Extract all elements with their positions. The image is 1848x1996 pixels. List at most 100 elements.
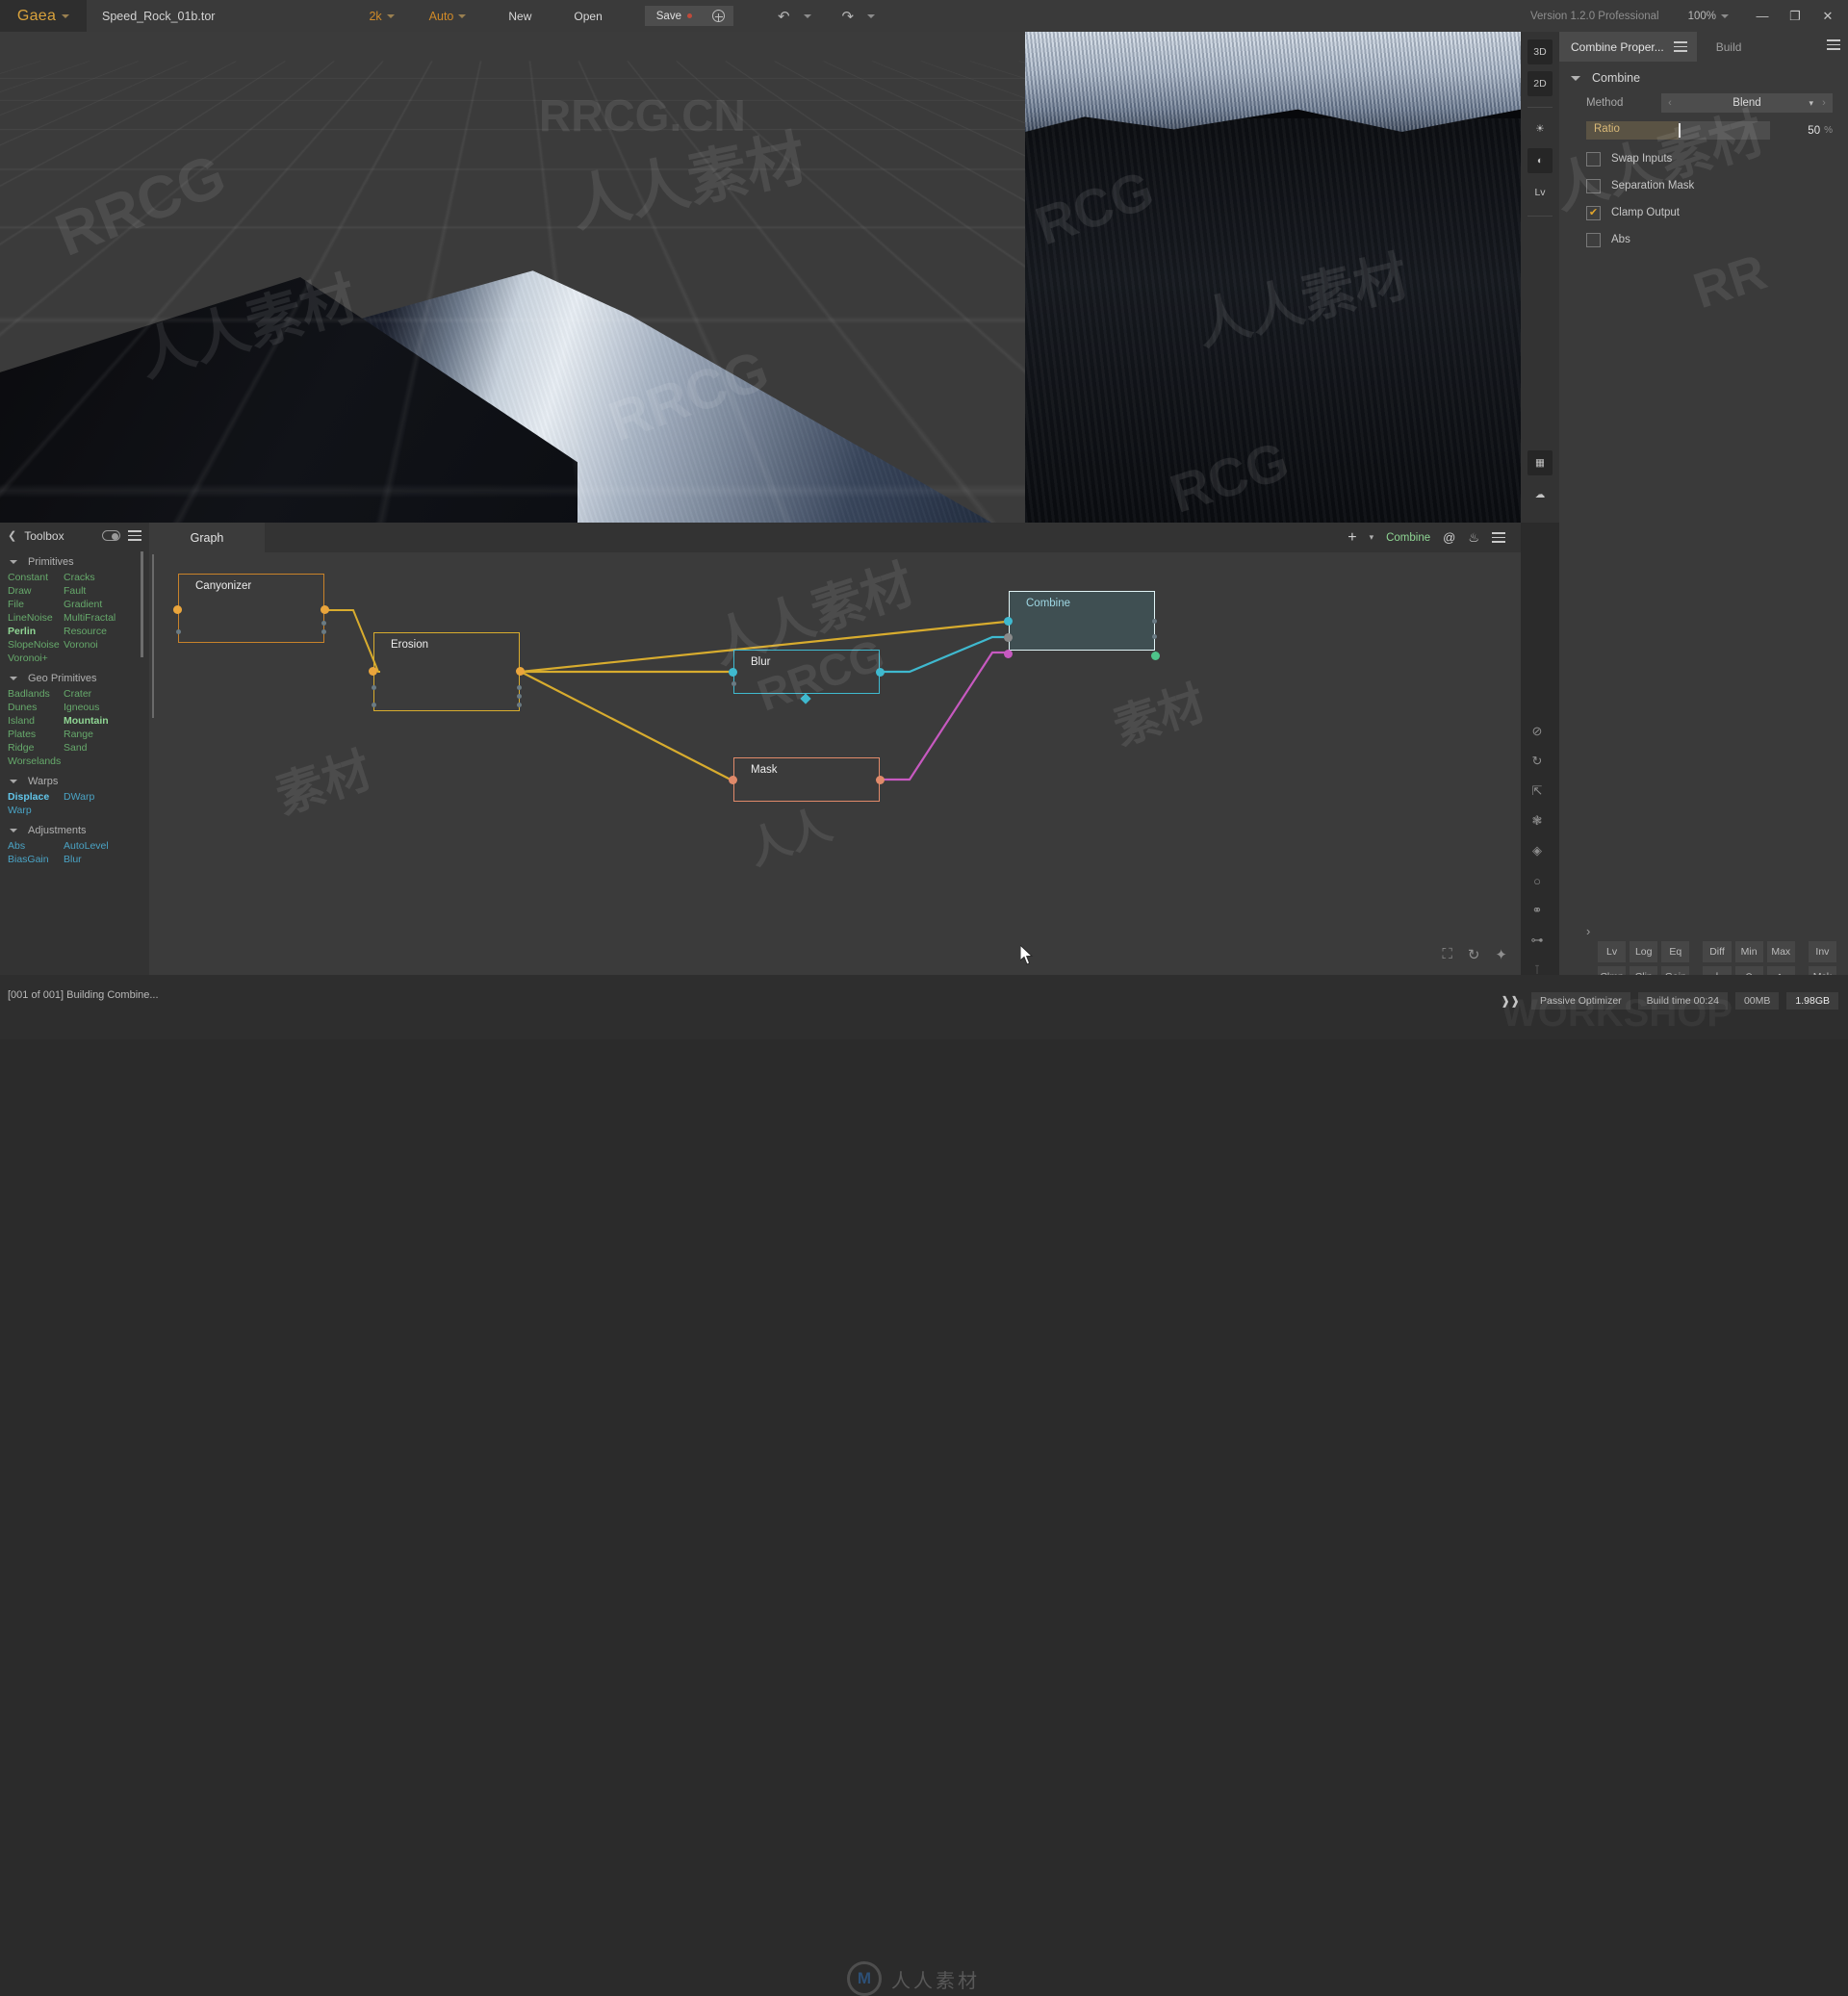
node-combine[interactable]: Combine: [1009, 591, 1155, 651]
quality-selector[interactable]: Auto: [429, 10, 467, 23]
tool-igneous[interactable]: Igneous: [64, 701, 149, 714]
node-mask[interactable]: Mask: [733, 757, 880, 802]
chevron-down-icon[interactable]: ▾: [1370, 532, 1374, 543]
tool-crater[interactable]: Crater: [64, 687, 149, 701]
viewport-2d[interactable]: RCG 人人素材 RCG: [1025, 32, 1521, 523]
fn-eq-button[interactable]: Eq: [1661, 941, 1689, 962]
fn-min-button[interactable]: Min: [1735, 941, 1763, 962]
node-blur[interactable]: Blur: [733, 650, 880, 694]
node-port-secondary[interactable]: [1152, 634, 1157, 639]
tool-ridge[interactable]: Ridge: [8, 741, 64, 755]
tool-linenoise[interactable]: LineNoise: [8, 611, 64, 625]
pin-icon[interactable]: ⚭: [1527, 901, 1547, 920]
fit-view-icon[interactable]: ⛶: [1442, 946, 1452, 963]
node-port-secondary[interactable]: [372, 703, 376, 707]
undo-history-chevron-icon[interactable]: [804, 14, 811, 18]
viewport-3d[interactable]: RRCG RRCG.CN 人人素材 人人素材 RRCG: [0, 32, 1025, 523]
hamburger-icon[interactable]: [1492, 532, 1505, 543]
add-button[interactable]: [704, 6, 733, 26]
tool-displace[interactable]: Displace: [8, 790, 64, 804]
toolbox-group-warps[interactable]: Warps: [0, 768, 149, 789]
toolbox-group-adjustments[interactable]: Adjustments: [0, 817, 149, 838]
tool-dwarp[interactable]: DWarp: [64, 790, 149, 804]
magic-icon[interactable]: ✦: [1495, 946, 1507, 963]
tool-badlands[interactable]: Badlands: [8, 687, 64, 701]
node-port-secondary[interactable]: [517, 685, 522, 690]
tool-file[interactable]: File: [8, 598, 64, 611]
next-method-icon[interactable]: ›: [1815, 97, 1833, 109]
reload-icon[interactable]: ↻: [1468, 946, 1480, 963]
ratio-value[interactable]: 50: [1770, 125, 1824, 137]
at-icon[interactable]: @: [1443, 530, 1455, 545]
node-port-secondary[interactable]: [732, 681, 736, 686]
tool-multifractal[interactable]: MultiFractal: [64, 611, 149, 625]
fast-forward-icon[interactable]: ❱❱: [1501, 994, 1520, 1008]
node-input-port-mask[interactable]: [1004, 650, 1013, 658]
fn-log-button[interactable]: Log: [1630, 941, 1657, 962]
share-node-icon[interactable]: ⊶: [1527, 931, 1547, 950]
tool-sand[interactable]: Sand: [64, 741, 149, 755]
contrast-icon[interactable]: ◐: [1527, 148, 1553, 173]
node-canyonizer[interactable]: Canyonizer: [178, 574, 324, 643]
node-port-secondary[interactable]: [372, 685, 376, 690]
refresh-icon[interactable]: ↻: [1527, 752, 1547, 771]
tool-warp[interactable]: Warp: [8, 804, 64, 817]
node-input-port[interactable]: [729, 668, 737, 677]
target-icon[interactable]: ❃: [1527, 811, 1547, 831]
node-port-secondary[interactable]: [321, 621, 326, 626]
node-port-secondary[interactable]: [176, 629, 181, 634]
snapshot-icon[interactable]: ○: [1527, 871, 1547, 890]
hamburger-icon[interactable]: [1674, 41, 1687, 52]
node-port-secondary[interactable]: [517, 703, 522, 707]
chevron-left-icon[interactable]: ❮: [8, 529, 16, 542]
open-button[interactable]: Open: [574, 10, 602, 23]
node-port-secondary[interactable]: [321, 629, 326, 634]
undo-icon[interactable]: ↶: [778, 8, 790, 25]
node-output-port[interactable]: [876, 776, 885, 784]
swap-inputs-row[interactable]: Swap Inputs: [1559, 145, 1848, 172]
chip-passive-optimizer[interactable]: Passive Optimizer: [1531, 992, 1630, 1010]
combine-section-header[interactable]: Combine: [1559, 62, 1848, 90]
toolbox-group-geo-primitives[interactable]: Geo Primitives: [0, 665, 149, 686]
tool-blur[interactable]: Blur: [64, 853, 149, 866]
file-name-label[interactable]: Speed_Rock_01b.tor: [102, 10, 215, 23]
toolbox-group-primitives[interactable]: Primitives: [0, 549, 149, 570]
separation-mask-checkbox[interactable]: [1586, 179, 1601, 193]
node-input-port[interactable]: [369, 667, 377, 676]
toolbox-scrollbar[interactable]: [141, 551, 143, 657]
tab-graph[interactable]: Graph: [149, 523, 265, 552]
tool-draw[interactable]: Draw: [8, 584, 64, 598]
brand-menu[interactable]: Gaea: [0, 0, 87, 32]
restore-button[interactable]: ❐: [1779, 0, 1811, 32]
clamp-output-row[interactable]: ✔ Clamp Output: [1559, 199, 1848, 226]
minimize-button[interactable]: —: [1746, 0, 1779, 32]
node-input-port-b[interactable]: [1004, 633, 1013, 642]
tab-combine-properties[interactable]: Combine Proper...: [1559, 32, 1697, 62]
tool-voronoi-plus[interactable]: Voronoi+: [8, 652, 64, 665]
scatter-icon[interactable]: ◈: [1527, 841, 1547, 860]
fn-inv-button[interactable]: Inv: [1809, 941, 1836, 962]
tool-biasgain[interactable]: BiasGain: [8, 853, 64, 866]
node-output-port[interactable]: [516, 667, 525, 676]
expand-function-pad-icon[interactable]: ›: [1586, 924, 1590, 938]
tool-island[interactable]: Island: [8, 714, 64, 728]
no-entry-icon[interactable]: ⊘: [1527, 722, 1547, 741]
tab-build[interactable]: Build: [1697, 40, 1761, 54]
tool-range[interactable]: Range: [64, 728, 149, 741]
separation-mask-row[interactable]: Separation Mask: [1559, 172, 1848, 199]
export-icon[interactable]: ⇱: [1527, 781, 1547, 801]
tool-cracks[interactable]: Cracks: [64, 571, 149, 584]
redo-history-chevron-icon[interactable]: [867, 14, 875, 18]
node-input-port[interactable]: [729, 776, 737, 784]
prev-method-icon[interactable]: ‹: [1661, 97, 1679, 109]
abs-checkbox[interactable]: [1586, 233, 1601, 247]
tool-mountain[interactable]: Mountain: [64, 714, 149, 728]
node-output-port[interactable]: [321, 605, 329, 614]
node-input-port[interactable]: [173, 605, 182, 614]
fn-max-button[interactable]: Max: [1767, 941, 1795, 962]
tool-constant[interactable]: Constant: [8, 571, 64, 584]
node-output-port[interactable]: [876, 668, 885, 677]
view-3d-button[interactable]: 3D: [1527, 39, 1553, 64]
tool-gradient[interactable]: Gradient: [64, 598, 149, 611]
close-button[interactable]: ✕: [1811, 0, 1844, 32]
